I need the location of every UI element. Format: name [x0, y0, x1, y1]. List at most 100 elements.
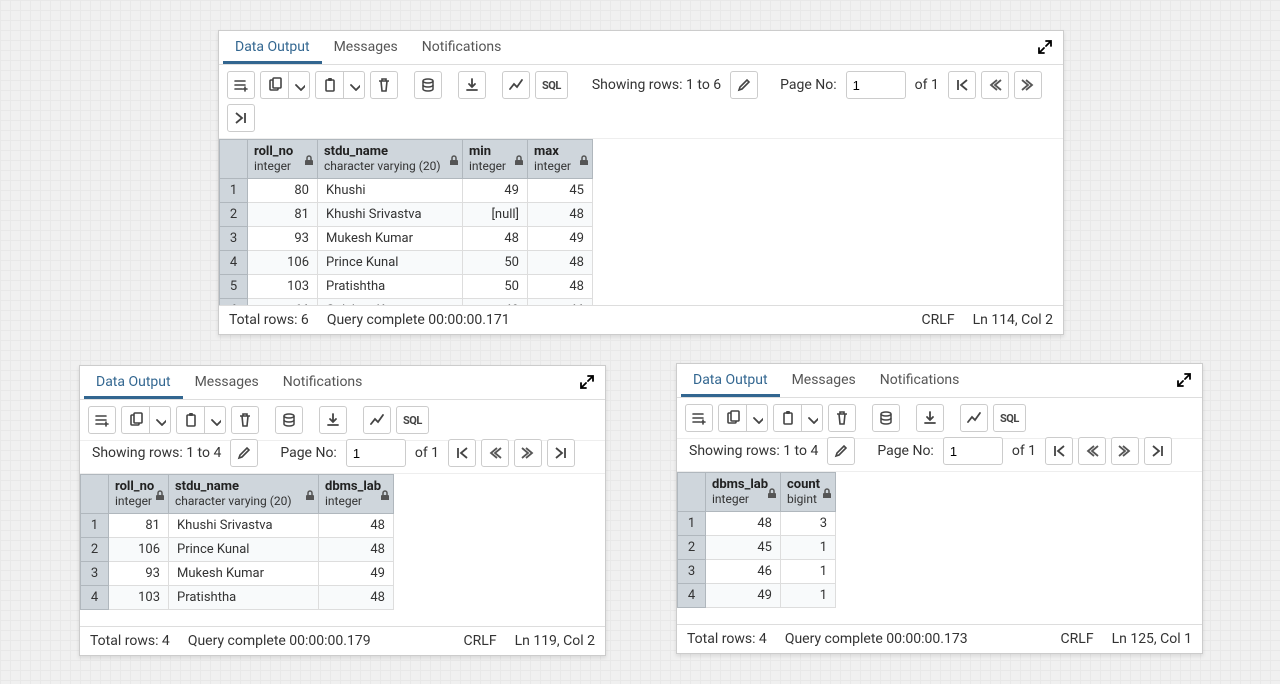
download-button[interactable] [458, 71, 486, 99]
table-row[interactable]: 2106Prince Kunal48 [81, 538, 394, 562]
data-cell[interactable]: Khushi Srivastva [318, 203, 463, 227]
data-cell[interactable]: 48 [319, 538, 394, 562]
table-row[interactable]: 5103Pratishtha5048 [220, 275, 593, 299]
data-cell[interactable]: Khushi Srivastva [169, 514, 319, 538]
data-cell[interactable]: 46 [706, 560, 781, 584]
data-cell[interactable]: Khushi [318, 179, 463, 203]
page-number-input[interactable] [846, 71, 906, 99]
paste-dropdown[interactable] [343, 71, 365, 99]
copy-dropdown[interactable] [149, 406, 171, 434]
paste-button[interactable] [773, 404, 801, 432]
table-row[interactable]: 393Mukesh Kumar4849 [220, 227, 593, 251]
edit-rows-button[interactable] [827, 437, 855, 465]
table-row[interactable]: 393Mukesh Kumar49 [81, 562, 394, 586]
data-cell[interactable]: 49 [528, 227, 593, 251]
prev-page-button[interactable] [981, 71, 1009, 99]
column-header[interactable]: stdu_namecharacter varying (20) [169, 475, 319, 514]
data-cell[interactable]: 3 [781, 512, 836, 536]
expand-icon[interactable] [1037, 39, 1055, 57]
data-cell[interactable]: 48 [463, 227, 528, 251]
page-number-input[interactable] [943, 437, 1003, 465]
data-cell[interactable]: Mukesh Kumar [169, 562, 319, 586]
table-row[interactable]: 4106Prince Kunal5048 [220, 251, 593, 275]
data-cell[interactable]: 103 [109, 586, 169, 610]
next-page-button[interactable] [514, 439, 542, 467]
table-row[interactable]: 4491 [678, 584, 836, 608]
column-header[interactable]: roll_nointeger [109, 475, 169, 514]
tab-messages[interactable]: Messages [780, 364, 868, 397]
copy-button[interactable] [260, 71, 288, 99]
data-cell[interactable]: 1 [781, 584, 836, 608]
column-header[interactable]: maxinteger [528, 140, 593, 179]
data-cell[interactable]: Prince Kunal [169, 538, 319, 562]
table-row[interactable]: 4103Pratishtha48 [81, 586, 394, 610]
edit-rows-button[interactable] [730, 71, 758, 99]
data-cell[interactable]: 49 [706, 584, 781, 608]
data-grid[interactable]: roll_nointegerstdu_namecharacter varying… [219, 139, 1063, 305]
paste-button[interactable] [176, 406, 204, 434]
column-header[interactable]: dbms_labinteger [319, 475, 394, 514]
sql-button[interactable]: SQL [535, 71, 568, 99]
data-cell[interactable]: Mukesh Kumar [318, 227, 463, 251]
column-header[interactable]: dbms_labinteger [706, 473, 781, 512]
data-cell[interactable]: 1 [781, 536, 836, 560]
column-header[interactable]: stdu_namecharacter varying (20) [318, 140, 463, 179]
table-row[interactable]: 281Khushi Srivastva[null]48 [220, 203, 593, 227]
tab-notifications[interactable]: Notifications [868, 364, 972, 397]
data-cell[interactable]: 48 [528, 251, 593, 275]
save-data-button[interactable] [275, 406, 303, 434]
data-cell[interactable]: 45 [528, 179, 593, 203]
copy-button[interactable] [121, 406, 149, 434]
copy-dropdown[interactable] [288, 71, 310, 99]
table-row[interactable]: 181Khushi Srivastva48 [81, 514, 394, 538]
expand-icon[interactable] [579, 374, 597, 392]
add-row-button[interactable] [685, 404, 713, 432]
data-cell[interactable]: 106 [109, 538, 169, 562]
edit-rows-button[interactable] [230, 439, 258, 467]
data-cell[interactable]: 93 [109, 562, 169, 586]
expand-icon[interactable] [1176, 372, 1194, 390]
column-header[interactable]: mininteger [463, 140, 528, 179]
paste-dropdown[interactable] [204, 406, 226, 434]
data-cell[interactable]: 103 [248, 275, 318, 299]
data-grid[interactable]: dbms_labintegercountbigint14832451346144… [677, 472, 1202, 624]
add-row-button[interactable] [88, 406, 116, 434]
graph-button[interactable] [363, 406, 391, 434]
tab-messages[interactable]: Messages [183, 366, 271, 399]
column-header[interactable]: countbigint [781, 473, 836, 512]
download-button[interactable] [319, 406, 347, 434]
copy-button[interactable] [718, 404, 746, 432]
data-cell[interactable]: 48 [706, 512, 781, 536]
data-cell[interactable]: 81 [109, 514, 169, 538]
data-cell[interactable]: 49 [463, 179, 528, 203]
tab-notifications[interactable]: Notifications [410, 31, 514, 64]
add-row-button[interactable] [227, 71, 255, 99]
table-row[interactable]: 2451 [678, 536, 836, 560]
first-page-button[interactable] [448, 439, 476, 467]
delete-button[interactable] [828, 404, 856, 432]
sql-button[interactable]: SQL [396, 406, 429, 434]
last-page-button[interactable] [227, 104, 255, 132]
paste-dropdown[interactable] [801, 404, 823, 432]
data-cell[interactable]: 48 [319, 514, 394, 538]
table-row[interactable]: 180Khushi4945 [220, 179, 593, 203]
data-cell[interactable]: 50 [463, 275, 528, 299]
data-cell[interactable]: 48 [528, 275, 593, 299]
save-data-button[interactable] [414, 71, 442, 99]
download-button[interactable] [916, 404, 944, 432]
data-cell[interactable]: Pratishtha [318, 275, 463, 299]
tab-messages[interactable]: Messages [322, 31, 410, 64]
data-cell[interactable]: 45 [706, 536, 781, 560]
data-cell[interactable]: 106 [248, 251, 318, 275]
tab-data-output[interactable]: Data Output [223, 31, 322, 64]
data-cell[interactable]: 1 [781, 560, 836, 584]
paste-button[interactable] [315, 71, 343, 99]
prev-page-button[interactable] [481, 439, 509, 467]
copy-dropdown[interactable] [746, 404, 768, 432]
first-page-button[interactable] [1045, 437, 1073, 465]
data-cell[interactable]: [null] [463, 203, 528, 227]
tab-data-output[interactable]: Data Output [681, 364, 780, 397]
tab-notifications[interactable]: Notifications [271, 366, 375, 399]
page-number-input[interactable] [346, 439, 406, 467]
data-cell[interactable]: 50 [463, 251, 528, 275]
